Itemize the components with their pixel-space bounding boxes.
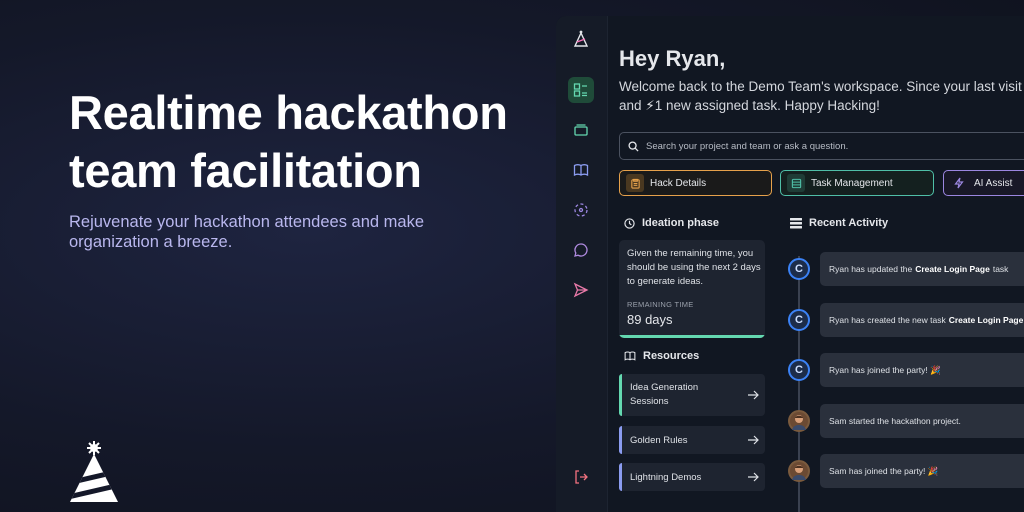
- clipboard-icon: [626, 174, 644, 192]
- hack-details-label: Hack Details: [650, 177, 707, 189]
- resource-item[interactable]: Golden Rules: [619, 426, 765, 454]
- book-icon[interactable]: [568, 157, 594, 183]
- activity-text: Sam has joined the party! 🎉: [820, 454, 1024, 488]
- ideation-phase-header: Ideation phase: [624, 217, 719, 229]
- task-management-label: Task Management: [811, 177, 893, 189]
- welcome-message: Welcome back to the Demo Team's workspac…: [619, 78, 1024, 115]
- sidebar-rail: [556, 16, 608, 512]
- activity-text: Ryan has joined the party! 🎉: [820, 353, 1024, 387]
- phase-progress-bar: [619, 335, 765, 338]
- resources-title: Resources: [643, 350, 700, 362]
- greeting: Hey Ryan,: [619, 46, 726, 71]
- recent-activity-title: Recent Activity: [809, 217, 889, 229]
- focus-icon[interactable]: [568, 197, 594, 223]
- welcome-line-1: Welcome back to the Demo Team's workspac…: [619, 79, 1022, 94]
- ideation-phase-title: Ideation phase: [642, 217, 720, 229]
- party-hat-logo-icon[interactable]: [568, 26, 594, 52]
- chat-icon[interactable]: [568, 237, 594, 263]
- bolt-icon: ⚡: [645, 97, 655, 113]
- activity-text: Sam started the hackathon project.: [820, 404, 1024, 438]
- search-input[interactable]: [646, 140, 1016, 152]
- avatar: C: [788, 309, 810, 331]
- list-icon: [787, 174, 805, 192]
- activity-text: Ryan has updated the Create Login Page tas…: [820, 252, 1024, 286]
- remaining-time-label: REMAINING TIME: [627, 300, 694, 309]
- resources-header: Resources: [624, 350, 699, 362]
- logout-icon[interactable]: [568, 464, 594, 490]
- phase-description: Given the remaining time, you should be …: [627, 248, 761, 287]
- arrow-right-icon: [748, 390, 759, 400]
- activity-item: C Ryan has created the new task Create Lo…: [788, 303, 1024, 337]
- phase-card: Given the remaining time, you should be …: [619, 240, 765, 338]
- task-management-button[interactable]: Task Management: [780, 170, 934, 196]
- resource-item[interactable]: Lightning Demos: [619, 463, 765, 491]
- ai-assist-button[interactable]: AI Assist: [943, 170, 1024, 196]
- activity-item: C Ryan has updated the Create Login Page t…: [788, 252, 1024, 286]
- activity-item: C Ryan has joined the party! 🎉: [788, 353, 1024, 387]
- resource-accent: [619, 463, 622, 491]
- avatar: [788, 410, 810, 432]
- main-content: Hey Ryan, Welcome back to the Demo Team'…: [608, 16, 1024, 512]
- resource-label: Lightning Demos: [630, 471, 702, 483]
- remaining-time-value: 89 days: [627, 312, 673, 327]
- resource-label: Idea Generation Sessions: [630, 382, 699, 407]
- activity-text: Ryan has created the new task Create Logi…: [820, 303, 1024, 337]
- bolt-icon: [950, 174, 968, 192]
- arrow-right-icon: [748, 472, 759, 482]
- hero-title: Realtime hackathon team facilitation: [69, 86, 508, 197]
- activity-item: Sam has joined the party! 🎉: [788, 454, 1024, 488]
- search-icon: [628, 140, 639, 152]
- resource-item[interactable]: Idea Generation Sessions: [619, 374, 765, 416]
- party-hat-logo-icon: [70, 441, 118, 502]
- hack-details-button[interactable]: Hack Details: [619, 170, 772, 196]
- book-icon: [624, 351, 636, 361]
- resource-label: Golden Rules: [630, 434, 688, 446]
- resource-accent: [619, 426, 622, 454]
- app-window: Hey Ryan, Welcome back to the Demo Team'…: [556, 16, 1024, 512]
- avatar: [788, 460, 810, 482]
- clock-icon: [624, 217, 635, 229]
- avatar: C: [788, 359, 810, 381]
- arrow-right-icon: [748, 435, 759, 445]
- avatar: C: [788, 258, 810, 280]
- recent-activity-header: Recent Activity: [790, 217, 888, 229]
- search-box[interactable]: [619, 132, 1024, 160]
- welcome-line-2-prefix: and: [619, 97, 642, 113]
- resource-accent: [619, 374, 622, 416]
- send-icon[interactable]: [568, 277, 594, 303]
- ai-assist-label: AI Assist: [974, 177, 1013, 189]
- welcome-line-2: and ⚡1 new assigned task. Happy Hacking!: [619, 97, 1024, 116]
- welcome-line-2-count: 1 new assigned task. Happy Hacking!: [654, 97, 880, 113]
- phase-progress-fill: [619, 335, 765, 338]
- inbox-icon[interactable]: [568, 117, 594, 143]
- dashboard-icon[interactable]: [568, 77, 594, 103]
- activity-item: Sam started the hackathon project.: [788, 404, 1024, 438]
- hero-subtitle: Rejuvenate your hackathon attendees and …: [69, 213, 424, 251]
- stack-icon: [790, 217, 802, 228]
